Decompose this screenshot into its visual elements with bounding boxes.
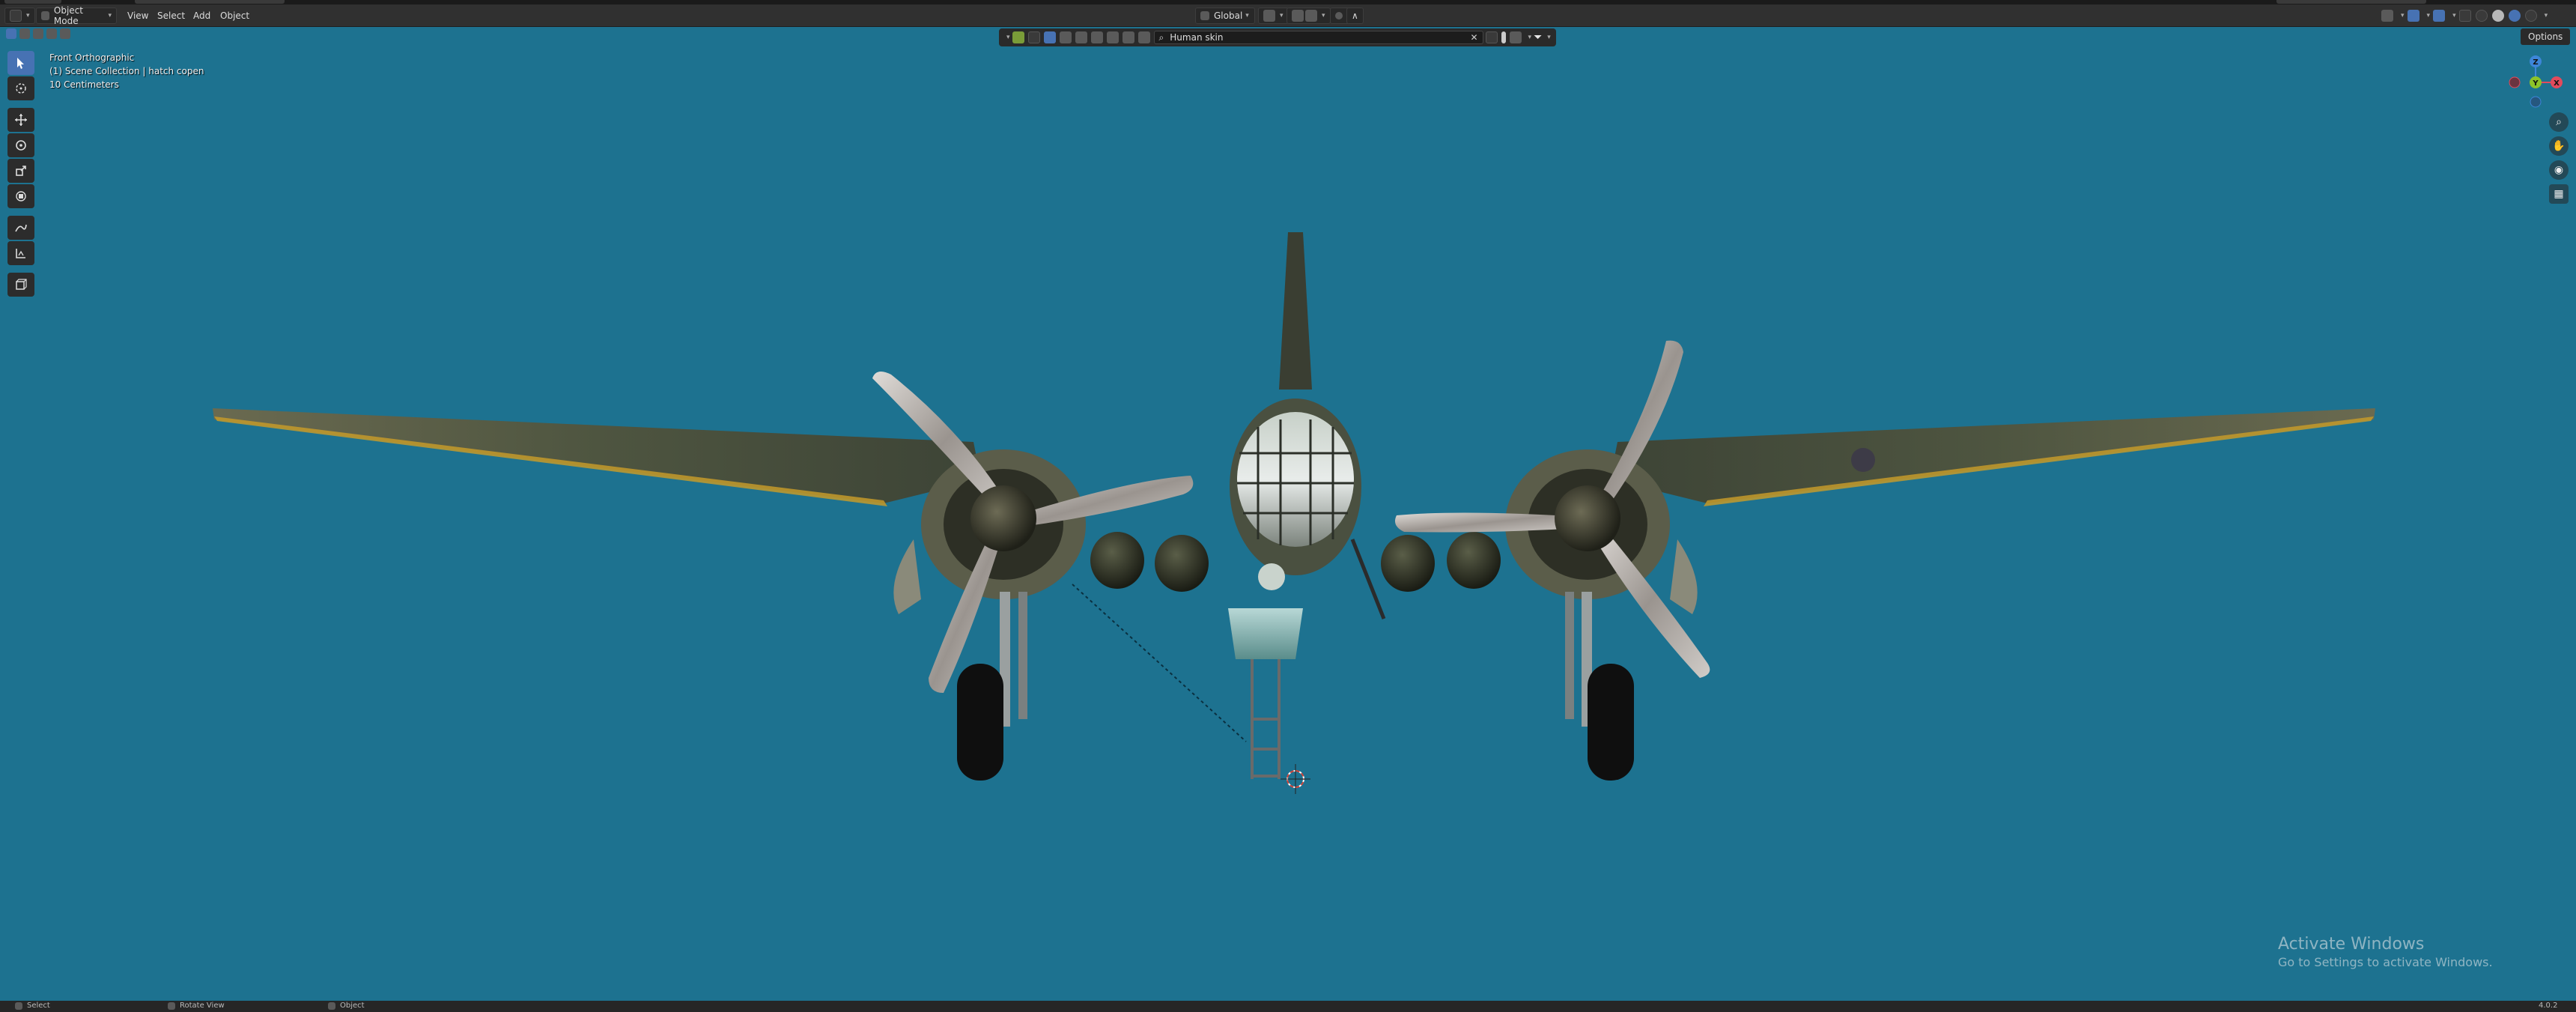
tail-fin[interactable] [1279, 232, 1312, 390]
mouse-middle-icon [168, 1002, 175, 1010]
right-engine[interactable] [1394, 340, 1710, 781]
status-version: 4.0.2 [2539, 1002, 2558, 1010]
relationship-line [1072, 584, 1247, 742]
left-wing[interactable] [213, 408, 981, 503]
chin-gun-turret [1258, 563, 1285, 590]
cockpit-glazing [1237, 412, 1354, 547]
boarding-ladder [1251, 659, 1281, 779]
status-object-label: Object [340, 1002, 365, 1010]
3d-cursor-icon[interactable] [1281, 764, 1310, 794]
ventral-gondola [1228, 608, 1303, 659]
watermark-title: Activate Windows [2278, 935, 2425, 954]
status-rotate: Rotate View [168, 1002, 225, 1010]
left-engine[interactable] [872, 372, 1194, 781]
activation-watermark: Activate Windows Go to Settings to activ… [2278, 935, 2493, 969]
status-select: Select [15, 1002, 50, 1010]
watermark-subtitle: Go to Settings to activate Windows. [2278, 955, 2493, 969]
status-select-label: Select [27, 1002, 50, 1010]
right-wing[interactable] [1610, 408, 2375, 503]
status-rotate-label: Rotate View [180, 1002, 225, 1010]
status-object: Object [328, 1002, 365, 1010]
mouse-left-icon [15, 1002, 22, 1010]
aircraft-model[interactable] [0, 0, 2576, 1012]
wing-marking [1851, 448, 1875, 472]
gun-barrel [1350, 539, 1386, 619]
mouse-right-icon [328, 1002, 335, 1010]
right-main-wheel [1588, 664, 1634, 781]
left-main-wheel [957, 664, 1003, 781]
status-bar: Select Rotate View Object 4.0.2 [0, 1001, 2576, 1012]
